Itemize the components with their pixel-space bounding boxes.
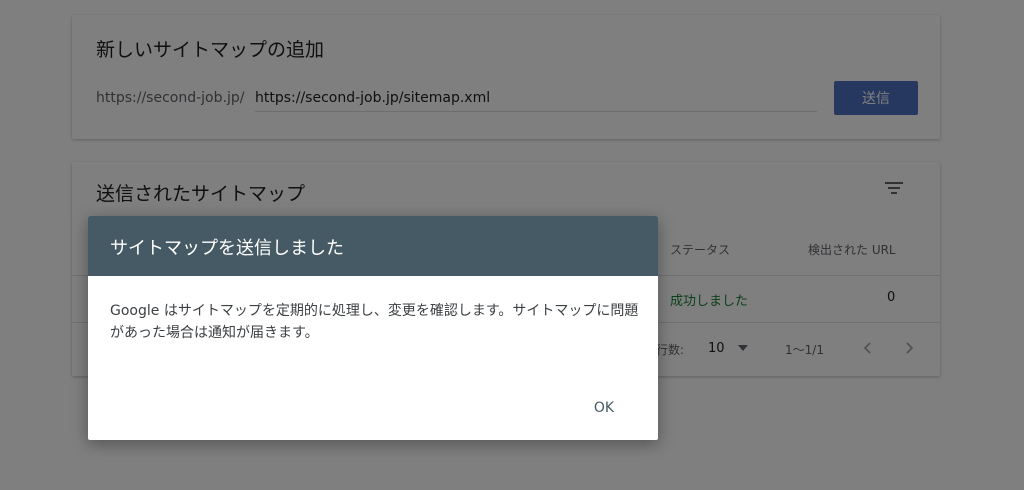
dialog-header: サイトマップを送信しました: [88, 216, 658, 276]
dialog-title: サイトマップを送信しました: [110, 238, 344, 259]
ok-button[interactable]: OK: [584, 392, 624, 424]
sitemap-submitted-dialog: サイトマップを送信しました Google はサイトマップを定期的に処理し、変更を…: [88, 216, 658, 440]
dialog-message: Google はサイトマップを定期的に処理し、変更を確認します。サイトマップに問…: [110, 303, 639, 341]
